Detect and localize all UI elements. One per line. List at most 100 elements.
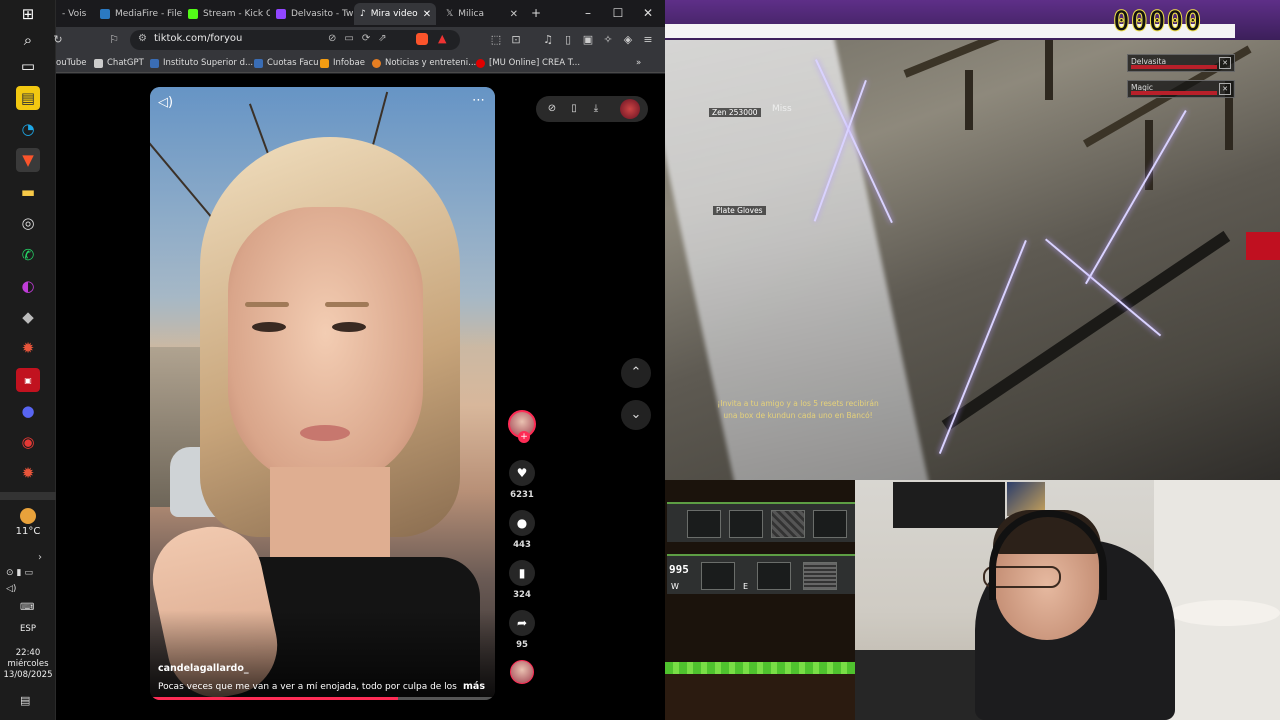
bookmark-icon[interactable]: ⚐ (106, 32, 122, 48)
close-icon[interactable]: ✕ (1219, 57, 1231, 69)
brave-shield-icon[interactable] (416, 33, 428, 45)
brave-icon[interactable]: ▼ (16, 148, 40, 172)
menu-icon[interactable]: ≡ (640, 32, 656, 48)
close-tab-icon[interactable]: ✕ (423, 9, 431, 20)
inventory-slot[interactable] (701, 562, 735, 590)
item-drop-label[interactable]: Plate Gloves (713, 206, 766, 215)
minimize-icon[interactable]: – (578, 4, 598, 22)
volume-icon[interactable]: ◁) (158, 95, 176, 113)
tab-voice[interactable]: - Vois (56, 3, 94, 25)
bookmark-noticias[interactable]: Noticias y entreteni... (372, 56, 476, 70)
inventory-slot[interactable] (813, 510, 847, 538)
bookmark-youtube[interactable]: ouTube (56, 56, 87, 70)
like-button[interactable]: ♥ (509, 460, 535, 486)
bookmark-cuotas[interactable]: Cuotas Facu (254, 56, 319, 70)
inventory-slot[interactable] (771, 510, 805, 538)
search-icon[interactable]: ⌕ (16, 28, 40, 52)
author-avatar[interactable]: + (508, 410, 536, 443)
inventory-slot[interactable] (729, 510, 763, 538)
autoscroll-icon[interactable]: ⊘ (544, 101, 560, 117)
inventory-slot[interactable] (687, 510, 721, 538)
party-member[interactable]: Delvasita ✕ (1127, 54, 1235, 72)
new-tab-icon[interactable]: + (526, 4, 546, 22)
cube-icon[interactable]: ◆ (16, 305, 40, 329)
previous-video-button[interactable]: ⌃ (621, 358, 651, 388)
tray-icons[interactable]: ⊙▮▭ (6, 568, 52, 578)
bookmark-instituto[interactable]: Instituto Superior d... (150, 56, 253, 70)
follow-plus-icon[interactable]: + (518, 431, 530, 443)
notes-icon[interactable]: ▤ (16, 86, 40, 110)
reload-icon[interactable]: ↻ (50, 32, 66, 48)
caption-more-link[interactable]: más (463, 681, 485, 692)
profile-avatar[interactable] (620, 99, 640, 119)
app-icon[interactable]: ◐ (16, 274, 40, 298)
whatsapp-icon[interactable]: ✆ (16, 243, 40, 267)
video-brow (245, 302, 289, 307)
bookmark-chatgpt[interactable]: ChatGPT (94, 56, 144, 70)
taskbar-scrollbar[interactable] (0, 492, 56, 500)
address-bar[interactable]: ⚙ tiktok.com/foryou ⊘▭⟳⇗ ▲ (130, 30, 460, 50)
bookmarks-overflow-icon[interactable]: » (636, 56, 641, 70)
tab-mediafire[interactable]: MediaFire - File (94, 3, 182, 25)
sidebar-icon[interactable]: ▯ (560, 32, 576, 48)
address-bar-actions[interactable]: ⊘▭⟳⇗ (328, 33, 395, 44)
edge-icon[interactable]: ◔ (16, 117, 40, 141)
video-progress-bar[interactable] (150, 697, 495, 700)
download-icon[interactable]: ⤓ (588, 101, 604, 117)
wallet-icon[interactable]: ▣ (580, 32, 596, 48)
maximize-icon[interactable]: ☐ (608, 4, 628, 22)
clock-day: miércoles (7, 659, 49, 669)
zen-drop-label[interactable]: Zen 253000 (709, 108, 761, 117)
media-icon[interactable]: ♫ (540, 32, 556, 48)
mini-player-icon[interactable]: ▯ (566, 101, 582, 117)
news-icon[interactable]: ▣ (16, 368, 40, 392)
more-options-icon[interactable]: ⋯ (472, 93, 485, 108)
volume-icon[interactable]: ◁) (6, 584, 16, 594)
game-icon[interactable]: ✹ (16, 336, 40, 360)
tab-tiktok[interactable]: ♪ Mira video ✕ (354, 3, 436, 25)
video-player[interactable]: ◁) ⋯ candelagallardo_ Pocas veces que me… (150, 87, 495, 700)
inventory-slot[interactable] (803, 562, 837, 590)
party-member[interactable]: Magic ✕ (1127, 80, 1235, 98)
obs-icon[interactable]: ◎ (16, 211, 40, 235)
notifications-icon[interactable]: ▤ (20, 694, 30, 707)
language-indicator[interactable]: ESP (0, 624, 56, 634)
next-video-button[interactable]: ⌄ (621, 400, 651, 430)
keyboard-icon[interactable]: ⌨ (20, 602, 34, 613)
tab-kick[interactable]: Stream - Kick O (182, 3, 270, 25)
video-author[interactable]: candelagallardo_ (158, 663, 249, 674)
task-view-icon[interactable]: ▭ (16, 54, 40, 78)
tab-x[interactable]: 𝕏 Milica ✕ (440, 3, 524, 25)
discord-icon[interactable]: ● (16, 399, 40, 423)
chevron-right-icon[interactable]: › (38, 552, 42, 563)
leo-icon[interactable]: ✧ (600, 32, 616, 48)
windows-icon[interactable]: ⊞ (16, 2, 40, 26)
game-fence (941, 230, 1231, 431)
comment-button[interactable]: ● (509, 510, 535, 536)
close-window-icon[interactable]: ✕ (638, 4, 658, 22)
site-settings-icon[interactable]: ⚙ (138, 33, 147, 44)
screenshot-icon[interactable]: ⊡ (508, 32, 524, 48)
bookmark-mu-online[interactable]: [MU Online] CREA T... (476, 56, 580, 70)
save-count: 324 (513, 590, 531, 600)
tab-twitch[interactable]: Delvasito - Twi (270, 3, 356, 25)
close-icon[interactable]: ✕ (1219, 83, 1231, 95)
inventory-slot[interactable] (757, 562, 791, 590)
game-capture: 00000 Delvasita ✕ Magic ✕ Zen 253000 Mis… (665, 0, 1280, 480)
clock[interactable]: 22:40 miércoles 13/08/2025 (0, 648, 56, 681)
game-icon-2[interactable]: ✹ (16, 461, 40, 485)
brave-rewards-icon[interactable]: ▲ (438, 32, 446, 45)
share-button[interactable]: ➦ (509, 610, 535, 636)
extensions-icon[interactable]: ⬚ (488, 32, 504, 48)
party-hp-bar (1131, 65, 1217, 69)
game-inventory: E W E 995 (665, 480, 855, 720)
record-icon[interactable]: ◉ (16, 430, 40, 454)
sound-avatar[interactable] (510, 660, 534, 684)
game-post (1045, 40, 1053, 100)
weather-widget[interactable]: 11°C (0, 508, 56, 537)
close-tab-icon[interactable]: ✕ (510, 9, 518, 20)
bookmark-infobae[interactable]: Infobae (320, 56, 365, 70)
vpn-icon[interactable]: ◈ (620, 32, 636, 48)
file-explorer-icon[interactable]: ▬ (16, 180, 40, 204)
save-button[interactable]: ▮ (509, 560, 535, 586)
